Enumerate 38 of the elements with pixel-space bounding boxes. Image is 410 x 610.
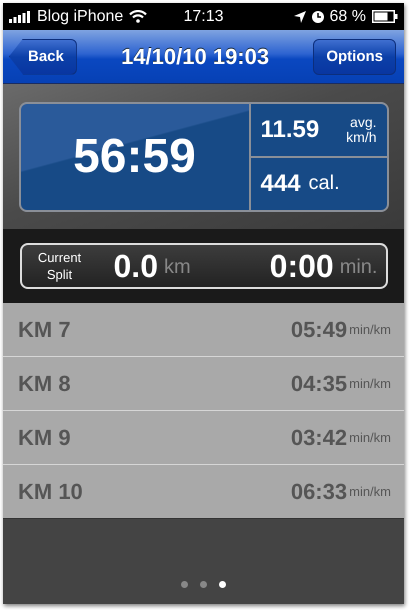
- page-dot[interactable]: [181, 581, 188, 588]
- page-dot[interactable]: [219, 581, 226, 588]
- distance-unit: km: [164, 256, 191, 279]
- split-pace: 03:42: [290, 424, 348, 450]
- calories-unit: cal.: [308, 172, 340, 195]
- page-dot[interactable]: [200, 581, 207, 588]
- battery-percent: 68 %: [330, 8, 366, 26]
- split-pace: 05:49: [290, 316, 348, 342]
- battery-icon: [372, 10, 398, 23]
- speed-unit: avg.: [350, 114, 376, 130]
- split-pace: 04:35: [290, 370, 348, 396]
- carrier-name: Blog iPhone: [37, 8, 124, 26]
- signal-icon: [9, 10, 31, 22]
- calories-value: 444: [260, 170, 301, 198]
- pace-unit: min/km: [349, 484, 391, 499]
- split-km: KM 7: [18, 316, 71, 342]
- split-label: Split: [46, 266, 72, 283]
- wifi-icon: [129, 10, 148, 23]
- split-time: 0:00: [270, 248, 334, 284]
- status-time: 17:13: [183, 8, 224, 26]
- back-button[interactable]: Back: [9, 38, 77, 74]
- duration-value: 56:59: [73, 129, 196, 184]
- pace-unit: min/km: [349, 430, 391, 445]
- time-unit: min.: [340, 256, 378, 279]
- location-arrow-icon: [294, 10, 306, 22]
- split-pace: 06:33: [290, 478, 348, 504]
- split-km: KM 9: [18, 424, 71, 450]
- clock-icon: [312, 10, 324, 22]
- nav-title: 14/10/10 19:03: [121, 44, 270, 70]
- split-distance: 0.0: [114, 248, 158, 284]
- speed-value: 11.59: [260, 116, 320, 144]
- split-label: Current: [38, 249, 82, 266]
- split-km: KM 10: [18, 478, 83, 504]
- pace-unit: min/km: [349, 376, 391, 391]
- pace-unit: min/km: [349, 322, 391, 337]
- options-button[interactable]: Options: [313, 38, 396, 74]
- speed-unit: km/h: [346, 130, 376, 144]
- split-km: KM 8: [18, 370, 71, 396]
